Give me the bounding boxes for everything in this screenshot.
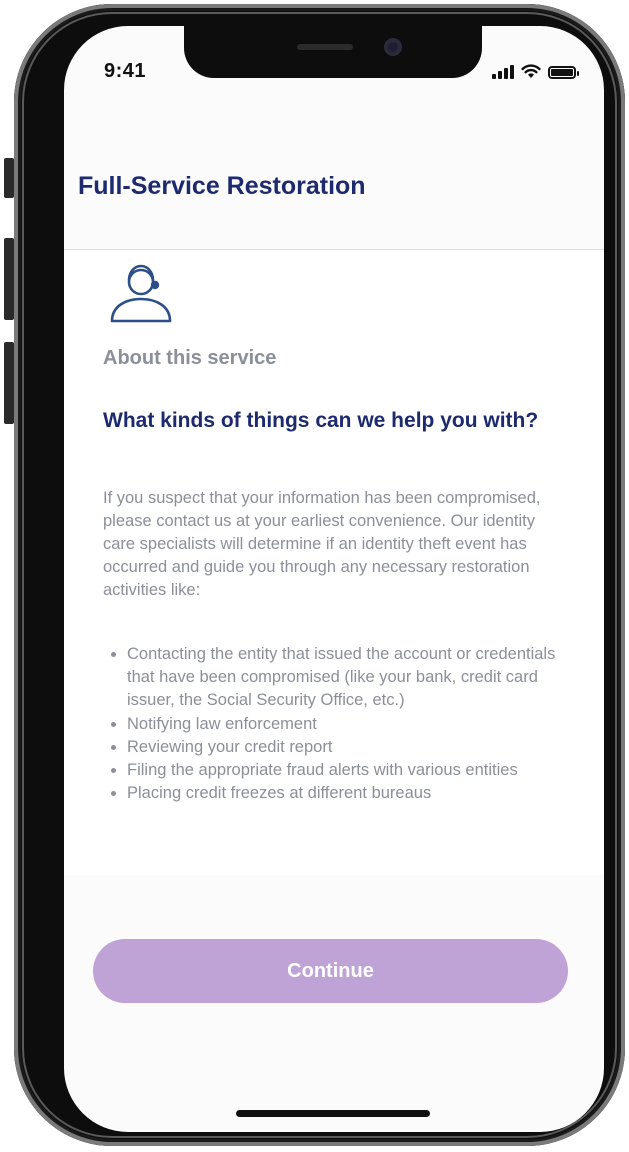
cellular-signal-icon: [492, 65, 514, 79]
front-camera: [384, 38, 402, 56]
list-item: Reviewing your credit report: [127, 736, 587, 759]
customer-support-headset-icon: [110, 264, 172, 323]
continue-button[interactable]: Continue: [93, 939, 568, 1003]
battery-icon: [548, 66, 579, 79]
about-service-label: About this service: [103, 347, 277, 369]
list-item: Filing the appropriate fraud alerts with…: [127, 759, 587, 782]
restoration-activities-list: Contacting the entity that issued the ac…: [103, 643, 587, 805]
service-intro-text: If you suspect that your information has…: [103, 489, 541, 599]
status-icons: [492, 64, 579, 79]
notch: [184, 26, 482, 78]
help-question-heading: What kinds of things can we help you wit…: [103, 409, 539, 432]
wifi-icon: [521, 64, 541, 78]
speaker-grille: [297, 44, 353, 50]
list-item: Placing credit freezes at different bure…: [127, 782, 587, 805]
silent-switch: [4, 158, 14, 198]
service-details: About this service What kinds of things …: [64, 250, 604, 875]
list-item: Contacting the entity that issued the ac…: [127, 643, 587, 713]
volume-down-button: [4, 342, 14, 424]
home-indicator: [236, 1110, 430, 1117]
screen: 9:41 Full-Service Restoration About this…: [64, 26, 604, 1132]
page-title: Full-Service Restoration: [78, 172, 366, 200]
volume-up-button: [4, 238, 14, 320]
phone-frame: 9:41 Full-Service Restoration About this…: [14, 4, 625, 1146]
status-time: 9:41: [104, 60, 147, 82]
list-item: Notifying law enforcement: [127, 713, 587, 736]
